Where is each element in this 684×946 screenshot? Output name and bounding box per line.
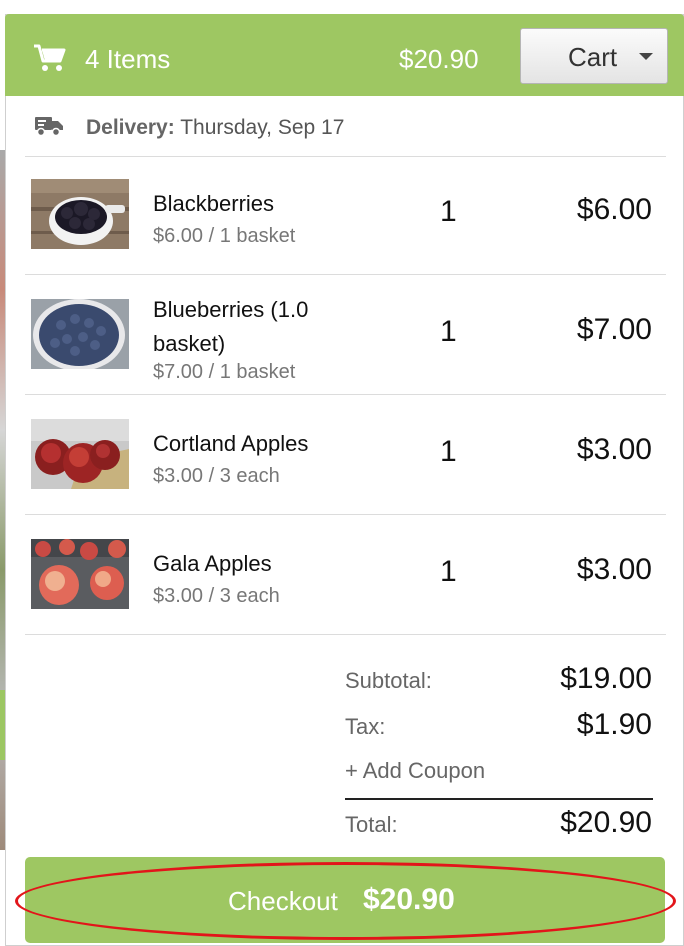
cart-item: Blackberries $6.00 / 1 basket 1 $6.00 <box>25 157 666 277</box>
header-total: $20.90 <box>399 44 479 74</box>
gala-apples-image <box>31 539 129 609</box>
tax-value: $1.90 <box>576 708 652 741</box>
item-name: Blueberries (1.0 basket) <box>153 297 309 356</box>
chevron-down-icon <box>639 53 653 60</box>
item-quantity[interactable]: 1 <box>440 315 457 349</box>
divider <box>25 274 666 275</box>
cart-dropdown-label: Cart <box>568 42 618 72</box>
checkout-label: Checkout <box>228 886 338 916</box>
cortland-apples-image <box>31 419 129 489</box>
item-name: Gala Apples <box>153 551 272 576</box>
item-unit-price: $7.00 / 1 basket <box>153 361 296 383</box>
delivery-date: Thursday, Sep 17 <box>180 116 345 139</box>
item-unit-price: $6.00 / 1 basket <box>153 225 296 247</box>
item-unit-price: $3.00 / 3 each <box>153 465 280 487</box>
item-total: $3.00 <box>576 433 652 466</box>
cart-icon <box>34 44 66 71</box>
total-divider <box>345 798 653 800</box>
divider <box>25 634 666 635</box>
truck-icon <box>35 117 63 137</box>
total-label: Total: <box>345 812 398 837</box>
cart-header: 4 Items $20.90 Cart <box>5 14 684 96</box>
delivery-text: Delivery: Thursday, Sep 17 <box>86 116 344 140</box>
blueberries-image <box>31 299 129 369</box>
cart-item: Cortland Apples $3.00 / 3 each 1 $3.00 <box>25 397 666 517</box>
tax-label: Tax: <box>345 714 386 739</box>
item-total: $6.00 <box>576 193 652 226</box>
subtotal-value: $19.00 <box>560 662 652 695</box>
item-quantity[interactable]: 1 <box>440 555 457 589</box>
total-value: $20.90 <box>560 806 652 839</box>
checkout-button[interactable]: Checkout $20.90 <box>25 857 665 943</box>
checkout-amount: $20.90 <box>363 883 455 916</box>
blackberries-image <box>31 179 129 249</box>
item-unit-price: $3.00 / 3 each <box>153 585 280 607</box>
cart-dropdown-button[interactable]: Cart <box>520 28 668 84</box>
cart-item: Gala Apples $3.00 / 3 each 1 $3.00 <box>25 517 666 637</box>
item-total: $7.00 <box>576 313 652 346</box>
item-quantity[interactable]: 1 <box>440 195 457 229</box>
item-name: Cortland Apples <box>153 431 309 456</box>
cart-item: Blueberries (1.0 basket) $7.00 / 1 baske… <box>25 277 666 397</box>
divider <box>25 514 666 515</box>
add-coupon-link[interactable]: + Add Coupon <box>345 758 485 784</box>
item-name: Blackberries <box>153 191 275 216</box>
item-total: $3.00 <box>576 553 652 586</box>
divider <box>25 394 666 395</box>
items-count: 4 Items <box>85 44 171 74</box>
item-quantity[interactable]: 1 <box>440 435 457 469</box>
subtotal-label: Subtotal: <box>345 668 432 693</box>
delivery-label: Delivery: <box>86 116 175 139</box>
